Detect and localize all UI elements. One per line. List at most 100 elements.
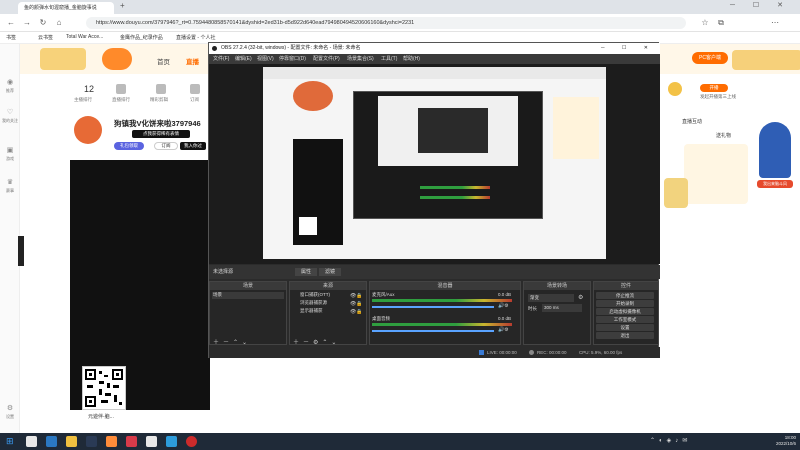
- nested-inner-preview: [418, 108, 488, 153]
- side-ad[interactable]: 我出来脑斗风: [755, 118, 795, 198]
- menu-scene-collection[interactable]: 场景集合(S): [347, 54, 374, 64]
- menu-icon[interactable]: ⋯: [770, 18, 780, 28]
- menu-help[interactable]: 帮助(H): [403, 54, 420, 64]
- obs-titlebar: OBS 27.2.4 (32-bit, windows) - 配置文件: 未命名…: [209, 43, 660, 54]
- menu-profile[interactable]: 配置文件(P): [313, 54, 340, 64]
- mixer-channel-name: 桌面音频: [372, 316, 390, 321]
- clock[interactable]: 18:00 2022/10/6: [776, 435, 796, 447]
- virtual-camera-button[interactable]: 启动虚拟摄像机: [596, 308, 654, 315]
- browser-tab-active[interactable]: 鱼的颜弹水旬渥窟播_金脑旋事说: [18, 2, 114, 14]
- taskbar-app-icon[interactable]: [46, 436, 57, 447]
- transition-select[interactable]: 渐变: [528, 294, 574, 302]
- bookmark-item[interactable]: 云书签: [38, 34, 53, 41]
- menu-tools[interactable]: 工具(T): [381, 54, 397, 64]
- properties-button[interactable]: 属性: [295, 268, 317, 276]
- exit-button[interactable]: 退出: [596, 332, 654, 339]
- pc-client-button[interactable]: PC客户端: [692, 52, 728, 64]
- no-source-label: 未选择源: [213, 269, 234, 275]
- rail-label: 我的关注: [2, 118, 18, 123]
- window-controls[interactable]: ─ ☐ ✕: [730, 1, 791, 9]
- taskbar-app-icon[interactable]: [66, 436, 77, 447]
- taskbar-app-icon[interactable]: [26, 436, 37, 447]
- scene-controls[interactable]: ＋－⌃⌄: [213, 337, 251, 346]
- site-logo[interactable]: [102, 48, 132, 70]
- new-tab-button[interactable]: +: [120, 1, 125, 10]
- gift-pack-button[interactable]: 礼包领取: [114, 142, 144, 150]
- taskbar-app-icon[interactable]: [166, 436, 177, 447]
- mute-settings-icons[interactable]: 🔊⚙: [498, 327, 509, 333]
- source-controls[interactable]: ＋－⚙⌃⌄: [293, 337, 340, 346]
- address-toolbar: ← → ↻ ⌂ https://www.douyu.com/3797946?_r…: [0, 14, 800, 32]
- source-item[interactable]: 浏览器捕获源: [300, 300, 327, 306]
- subscribe-button[interactable]: 订阅: [154, 142, 178, 150]
- scene-item[interactable]: 场景: [212, 292, 284, 299]
- bookmark-item[interactable]: Total War Acce...: [66, 34, 103, 40]
- settings-rail-icon[interactable]: ⚙: [4, 404, 16, 412]
- obs-window-controls[interactable]: ─ ☐ ✕: [601, 43, 656, 54]
- settings-button[interactable]: 设置: [596, 324, 654, 331]
- reload-icon[interactable]: ↻: [38, 18, 48, 28]
- source-item[interactable]: 窗口捕获(OTT): [300, 292, 330, 298]
- star-icon[interactable]: ☆: [700, 18, 710, 28]
- obs-preview[interactable]: [209, 64, 660, 264]
- forward-icon[interactable]: →: [22, 18, 32, 28]
- obs-window: OBS 27.2.4 (32-bit, windows) - 配置文件: 未命名…: [208, 42, 660, 358]
- stat-label[interactable]: 主播排行: [74, 97, 92, 103]
- rail-collapse-handle[interactable]: [18, 236, 24, 266]
- tab-gift[interactable]: 送礼物: [716, 132, 731, 139]
- home-icon[interactable]: ⌂: [54, 18, 64, 28]
- mixer-dock: 混音器 麦克风/Aux 0.0 dB 🔊⚙ 桌面音频 0.0 dB 🔊⚙: [369, 281, 521, 345]
- mixer-channel-db: 0.0 dB: [498, 292, 512, 297]
- start-stream-button[interactable]: 开播: [700, 84, 728, 92]
- system-tray-icons[interactable]: ⌃◐◈♪✉: [650, 437, 691, 444]
- preview-qr: [299, 217, 317, 235]
- certify-button[interactable]: 我入你过: [180, 142, 206, 150]
- clock-date: 2022/10/6: [775, 441, 796, 446]
- mute-settings-icons[interactable]: 🔊⚙: [498, 303, 509, 309]
- transition-settings-icon[interactable]: ⚙: [578, 294, 583, 301]
- start-recording-button[interactable]: 开始录制: [596, 300, 654, 307]
- volume-meter: [372, 323, 512, 326]
- start-button-icon[interactable]: ⊞: [6, 437, 15, 446]
- bookmark-item[interactable]: 金鹰作品_纪录作品: [120, 34, 163, 41]
- stop-streaming-button[interactable]: 停止推流: [596, 292, 654, 299]
- menu-file[interactable]: 文件(F): [213, 54, 229, 64]
- filters-button[interactable]: 滤镜: [319, 268, 341, 276]
- url-input[interactable]: https://www.douyu.com/3797946?_rt=0.7594…: [86, 17, 686, 29]
- bookmark-item[interactable]: 书签: [6, 34, 16, 41]
- back-icon[interactable]: ←: [6, 18, 16, 28]
- volume-slider[interactable]: [372, 306, 494, 308]
- visibility-lock-icons[interactable]: 👁🔒 👁🔒 👁🔒: [350, 292, 363, 316]
- taskbar-app-icon[interactable]: [146, 436, 157, 447]
- stat-label[interactable]: 精彩剪辑: [150, 97, 168, 103]
- nav-live[interactable]: 直播: [186, 56, 199, 66]
- game-rail-icon[interactable]: ▣: [4, 146, 16, 154]
- menu-edit[interactable]: 编辑(E): [235, 54, 252, 64]
- nav-home[interactable]: 首页: [157, 56, 170, 66]
- menu-docks[interactable]: 停靠窗口(D): [279, 54, 306, 64]
- obs-taskbar-icon[interactable]: [186, 436, 197, 447]
- duration-label: 时长: [528, 306, 537, 311]
- transitions-dock: 场景转场 渐变 ⚙ 时长 300 ms: [523, 281, 591, 345]
- taskbar-app-icon[interactable]: [106, 436, 117, 447]
- stat-label[interactable]: 订阅: [190, 97, 199, 103]
- menu-view[interactable]: 视图(V): [257, 54, 274, 64]
- sources-header: 来源: [290, 282, 366, 290]
- taskbar-app-icon[interactable]: [126, 436, 137, 447]
- source-item[interactable]: 显示器捕获: [300, 308, 323, 314]
- extensions-icon[interactable]: ⧉: [716, 18, 726, 28]
- bookmark-item[interactable]: 直播设置 - 个人社: [176, 34, 215, 41]
- studio-mode-button[interactable]: 工作室模式: [596, 316, 654, 323]
- follow-rail-icon[interactable]: ♡: [4, 108, 16, 116]
- trophy-rail-icon[interactable]: ♛: [4, 178, 16, 186]
- duration-input[interactable]: 300 ms: [542, 304, 582, 312]
- volume-slider[interactable]: [372, 330, 494, 332]
- upload-info-text: 发起开播第三上线: [700, 94, 736, 99]
- tab-interaction[interactable]: 直播互动: [682, 118, 702, 125]
- stat-label[interactable]: 直播排行: [112, 97, 130, 103]
- rank-icon: [116, 84, 126, 94]
- rail-label: 设置: [6, 414, 14, 419]
- taskbar-app-icon[interactable]: [86, 436, 97, 447]
- streamer-avatar[interactable]: [74, 116, 102, 144]
- home-rail-icon[interactable]: ◉: [4, 78, 16, 86]
